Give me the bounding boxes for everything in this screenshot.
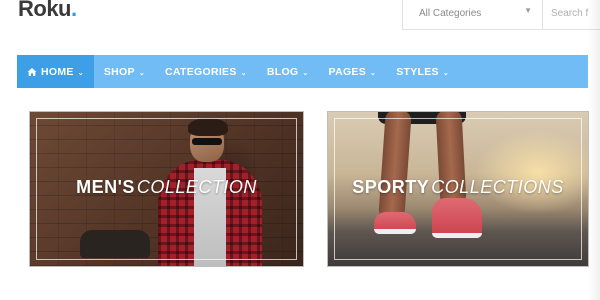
- nav-item-label: CATEGORIES: [165, 65, 237, 78]
- caption-strong: MEN'S: [76, 177, 135, 197]
- search-bar: All Categories ▼ Search f: [402, 0, 600, 30]
- banner-caption: SPORTY COLLECTIONS: [328, 177, 588, 198]
- nav-item-blog[interactable]: BLOG ⌄: [257, 55, 319, 88]
- chevron-down-icon: ⌄: [240, 69, 247, 77]
- sporty-collections-banner[interactable]: SPORTY COLLECTIONS: [327, 111, 589, 267]
- nav-item-label: SHOP: [103, 65, 135, 78]
- category-select[interactable]: All Categories ▼: [403, 0, 543, 29]
- site-logo[interactable]: Roku.: [18, 0, 77, 22]
- chevron-down-icon: ⌄: [370, 69, 377, 77]
- nav-item-pages[interactable]: PAGES ⌄: [319, 55, 387, 88]
- nav-item-styles[interactable]: STYLES ⌄: [386, 55, 459, 88]
- main-nav: HOME ⌄ SHOP ⌄ CATEGORIES ⌄ BLOG ⌄ PAGES …: [17, 55, 588, 88]
- chevron-down-icon: ⌄: [442, 69, 450, 77]
- nav-item-label: HOME: [41, 65, 74, 78]
- caption-light: COLLECTIONS: [431, 177, 564, 197]
- nav-item-label: STYLES: [396, 65, 439, 78]
- chevron-down-icon: ⌄: [138, 69, 146, 77]
- home-icon: [27, 67, 37, 77]
- nav-item-home[interactable]: HOME ⌄: [17, 55, 94, 88]
- search-placeholder: Search f: [551, 8, 589, 19]
- chevron-down-icon: ⌄: [302, 69, 309, 77]
- nav-item-categories[interactable]: CATEGORIES ⌄: [155, 55, 257, 88]
- category-select-value: All Categories: [419, 8, 482, 19]
- page-edge-shadow: [588, 0, 600, 300]
- nav-item-label: PAGES: [328, 65, 367, 78]
- bag-image: [80, 230, 150, 258]
- nav-item-shop[interactable]: SHOP ⌄: [94, 55, 155, 88]
- logo-dot: .: [71, 0, 77, 21]
- caret-down-icon: ▼: [524, 6, 532, 15]
- caption-light: COLLECTION: [136, 177, 257, 197]
- mens-collection-banner[interactable]: MEN'S COLLECTION: [29, 111, 304, 267]
- caption-strong: SPORTY: [352, 177, 430, 197]
- chevron-down-icon: ⌄: [77, 69, 84, 77]
- nav-item-label: BLOG: [266, 65, 299, 78]
- logo-text: Roku: [18, 0, 72, 21]
- banner-caption: MEN'S COLLECTION: [30, 177, 303, 198]
